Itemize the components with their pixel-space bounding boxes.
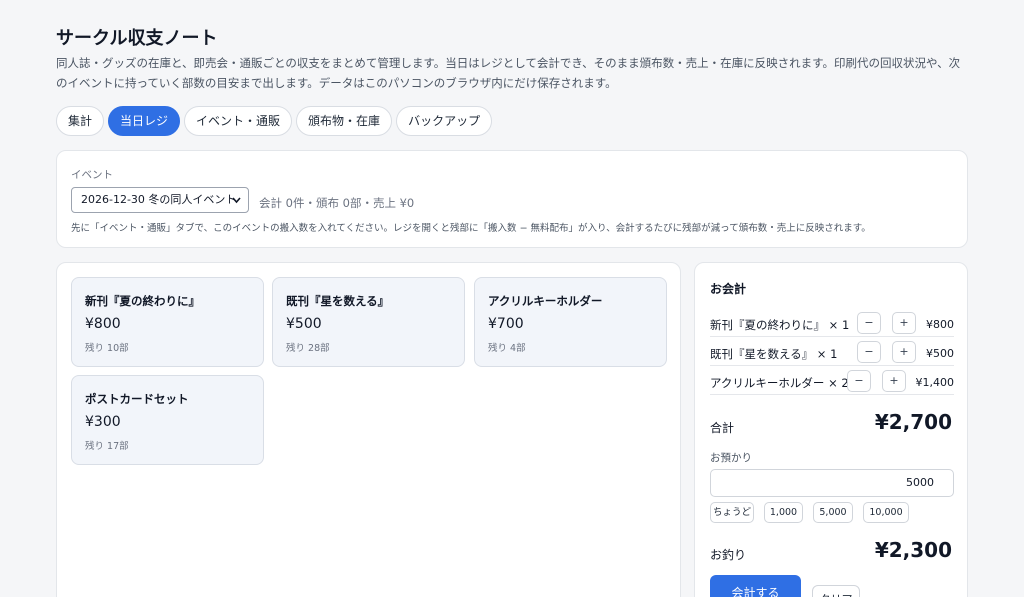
tab-register[interactable]: 当日レジ — [108, 106, 181, 136]
line-item-name: 新刊『夏の終わりに』 × 1 — [710, 318, 850, 332]
product-stock: 残り 4部 — [488, 343, 526, 354]
quick-amount-10000-button[interactable]: 10,000 — [863, 502, 909, 523]
event-select[interactable]: 2026-12-30 冬の同人イベント — [71, 187, 249, 213]
clear-button[interactable]: クリア — [812, 585, 860, 597]
product-price: ¥500 — [286, 316, 322, 332]
checkout-line-item: 新刊『夏の終わりに』 × 1 − + ¥800 — [710, 309, 954, 337]
quick-amount-5000-button[interactable]: 5,000 — [813, 502, 853, 523]
product-stock: 残り 28部 — [286, 343, 330, 354]
chevron-down-icon — [232, 188, 241, 212]
checkout-line-item: 既刊『星を数える』 × 1 − + ¥500 — [710, 338, 954, 366]
product-price: ¥800 — [85, 316, 121, 332]
product-name: ポストカードセット — [85, 392, 189, 406]
decrement-button[interactable]: − — [857, 341, 881, 363]
line-item-name: アクリルキーホルダー × 2 — [710, 376, 849, 390]
line-item-price: ¥1,400 — [915, 376, 955, 389]
total-label: 合計 — [710, 421, 735, 435]
page-description: 同人誌・グッズの在庫と、即売会・通販ごとの収支をまとめて管理します。当日はレジと… — [56, 56, 961, 90]
checkout-panel: お会計 新刊『夏の終わりに』 × 1 − + ¥800 既刊『星を数える』 × … — [694, 262, 968, 597]
increment-button[interactable]: + — [892, 341, 916, 363]
change-label: お釣り — [710, 548, 747, 562]
decrement-button[interactable]: − — [847, 370, 871, 392]
product-price: ¥300 — [85, 414, 121, 430]
product-name: 既刊『星を数える』 — [286, 294, 390, 308]
product-grid-panel: 新刊『夏の終わりに』 ¥800 残り 10部 既刊『星を数える』 ¥500 残り… — [56, 262, 681, 597]
pay-button[interactable]: 会計する — [710, 575, 801, 597]
event-summary: 会計 0件・頒布 0部・売上 ¥0 — [259, 196, 415, 210]
increment-button[interactable]: + — [892, 312, 916, 334]
checkout-line-item: アクリルキーホルダー × 2 − + ¥1,400 — [710, 367, 954, 395]
tab-items-stock[interactable]: 頒布物・在庫 — [296, 106, 393, 136]
product-name: 新刊『夏の終わりに』 — [85, 294, 200, 308]
quick-amount-exact-button[interactable]: ちょうど — [710, 502, 754, 523]
event-panel: イベント 2026-12-30 冬の同人イベント 会計 0件・頒布 0部・売上 … — [56, 150, 968, 248]
page-title: サークル収支ノート — [56, 28, 218, 49]
tab-summary[interactable]: 集計 — [56, 106, 105, 136]
checkout-title: お会計 — [710, 282, 747, 296]
total-amount: ¥2,700 — [874, 410, 952, 434]
product-tile[interactable]: 既刊『星を数える』 ¥500 残り 28部 — [272, 277, 465, 367]
tab-bar: 集計 当日レジ イベント・通販 頒布物・在庫 バックアップ — [56, 106, 493, 136]
event-note: 先に「イベント・通販」タブで、このイベントの搬入数を入れてください。レジを開くと… — [71, 223, 871, 234]
event-label: イベント — [71, 169, 113, 181]
increment-button[interactable]: + — [882, 370, 906, 392]
product-stock: 残り 10部 — [85, 343, 129, 354]
tab-events[interactable]: イベント・通販 — [184, 106, 293, 136]
deposit-label: お預かり — [710, 452, 752, 464]
product-name: アクリルキーホルダー — [488, 294, 603, 308]
product-tile[interactable]: アクリルキーホルダー ¥700 残り 4部 — [474, 277, 667, 367]
decrement-button[interactable]: − — [857, 312, 881, 334]
product-price: ¥700 — [488, 316, 524, 332]
line-item-price: ¥500 — [926, 347, 954, 360]
product-tile[interactable]: 新刊『夏の終わりに』 ¥800 残り 10部 — [71, 277, 264, 367]
tab-backup[interactable]: バックアップ — [396, 106, 493, 136]
deposit-input[interactable]: 5000 — [710, 469, 954, 497]
change-amount: ¥2,300 — [874, 538, 952, 562]
product-tile[interactable]: ポストカードセット ¥300 残り 17部 — [71, 375, 264, 465]
line-item-name: 既刊『星を数える』 × 1 — [710, 347, 838, 361]
event-select-value: 2026-12-30 冬の同人イベント — [81, 193, 237, 206]
product-stock: 残り 17部 — [85, 441, 129, 452]
quick-amount-1000-button[interactable]: 1,000 — [764, 502, 803, 523]
line-item-price: ¥800 — [926, 318, 954, 331]
